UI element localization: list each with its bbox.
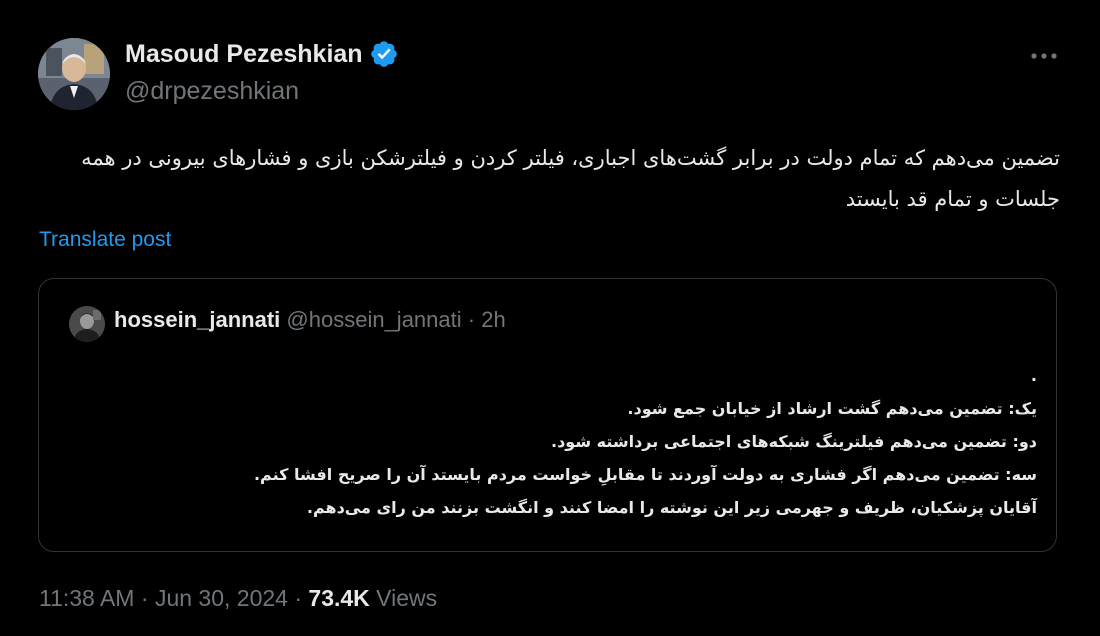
- quoted-line: دو: تضمین می‌دهم فیلترینگ شبکه‌های اجتما…: [551, 432, 1037, 451]
- author-avatar[interactable]: [38, 38, 110, 110]
- quoted-line: یک: تضمین می‌دهم گشت ارشاد از خیابان جمع…: [627, 399, 1037, 418]
- more-dots-icon: [1031, 53, 1057, 59]
- post-time[interactable]: 11:38 AM: [39, 585, 134, 611]
- author-name[interactable]: Masoud Pezeshkian: [125, 40, 363, 69]
- quoted-separator: ·: [461, 307, 482, 332]
- quoted-author-avatar[interactable]: [69, 306, 105, 342]
- profile-photo: [69, 306, 105, 342]
- quoted-header: hossein_jannati @hossein_jannati · 2h: [114, 307, 506, 333]
- quoted-author-handle[interactable]: @hossein_jannati: [286, 307, 461, 332]
- tweet: Masoud Pezeshkian @drpezeshkian تضمین می…: [0, 0, 1100, 636]
- quoted-timestamp[interactable]: 2h: [481, 307, 505, 332]
- views-count[interactable]: 73.4K: [308, 585, 369, 611]
- more-options-button[interactable]: [1026, 44, 1062, 68]
- views-label: Views: [376, 585, 438, 611]
- author-handle[interactable]: @drpezeshkian: [125, 77, 299, 106]
- verified-badge-icon: [369, 39, 399, 69]
- quoted-tweet[interactable]: hossein_jannati @hossein_jannati · 2h . …: [38, 278, 1057, 552]
- quoted-text: . یک: تضمین می‌دهم گشت ارشاد از خیابان ج…: [79, 359, 1037, 524]
- quoted-line: آقایان پزشکیان، ظریف و جهرمی زیر این نوش…: [306, 498, 1037, 517]
- tweet-text: تضمین می‌دهم که تمام دولت در برابر گشت‌ه…: [81, 146, 1060, 211]
- post-date[interactable]: Jun 30, 2024: [155, 585, 288, 611]
- meta-separator: ·: [134, 585, 155, 611]
- translate-post-link[interactable]: Translate post: [39, 228, 171, 252]
- tweet-meta: 11:38 AM · Jun 30, 2024 · 73.4K Views: [39, 585, 437, 612]
- author-name-row[interactable]: Masoud Pezeshkian: [125, 39, 399, 69]
- meta-separator: ·: [287, 585, 309, 611]
- quoted-line: .: [1030, 366, 1037, 385]
- quoted-line: سه: تضمین می‌دهم اگر فشاری به دولت آوردن…: [253, 465, 1037, 484]
- quoted-author-name[interactable]: hossein_jannati: [114, 307, 280, 332]
- profile-photo: [38, 38, 110, 110]
